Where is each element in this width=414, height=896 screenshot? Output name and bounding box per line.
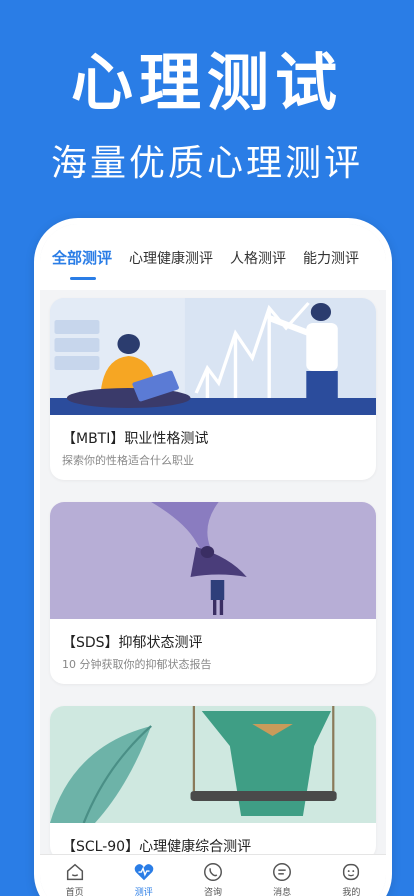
phone-icon	[203, 863, 222, 881]
mbti-illustration	[50, 298, 376, 415]
phone-frame: 全部测评 心理健康测评 人格测评 能力测评 【MBTI】职业性格测试 探索你的性…	[34, 218, 392, 896]
message-icon	[273, 863, 292, 881]
hero-title: 心理测试	[70, 46, 343, 119]
app-screen: 全部测评 心理健康测评 人格测评 能力测评 【MBTI】职业性格测试 探索你的性…	[40, 224, 386, 896]
hero-subtitle: 海量优质心理测评	[50, 143, 363, 184]
bottom-nav: 首页 测评 咨询 消息 我的	[40, 854, 386, 896]
nav-profile[interactable]: 我的	[321, 861, 381, 896]
tab-mental-health[interactable]: 心理健康测评	[129, 248, 213, 268]
nav-label: 咨询	[203, 888, 222, 896]
test-card-scl90[interactable]: 【SCL-90】心理健康综合测评	[50, 706, 376, 860]
scl90-illustration	[50, 706, 376, 823]
nav-label: 消息	[273, 888, 292, 896]
face-icon	[343, 863, 360, 881]
tab-personality[interactable]: 人格测评	[230, 248, 286, 268]
card-description: 10 分钟获取你的抑郁状态报告	[62, 658, 212, 671]
card-title: 【SDS】抑郁状态测评	[62, 635, 203, 651]
test-list: 【MBTI】职业性格测试 探索你的性格适合什么职业 【SDS】抑郁状态测评 10…	[40, 298, 386, 882]
tab-all[interactable]: 全部测评	[52, 247, 112, 280]
nav-home[interactable]: 首页	[45, 861, 105, 896]
nav-label: 首页	[65, 888, 84, 896]
category-tabs: 全部测评 心理健康测评 人格测评 能力测评	[40, 224, 386, 290]
test-card-mbti[interactable]: 【MBTI】职业性格测试 探索你的性格适合什么职业	[50, 298, 376, 480]
nav-messages[interactable]: 消息	[252, 861, 312, 896]
tab-ability[interactable]: 能力测评	[303, 248, 359, 268]
test-card-sds[interactable]: 【SDS】抑郁状态测评 10 分钟获取你的抑郁状态报告	[50, 502, 376, 684]
nav-label: 测评	[134, 888, 153, 896]
home-icon	[66, 863, 83, 881]
nav-tests[interactable]: 测评	[114, 861, 174, 896]
card-description: 探索你的性格适合什么职业	[62, 454, 194, 467]
heart-pulse-icon	[134, 864, 154, 881]
card-title: 【MBTI】职业性格测试	[62, 431, 209, 447]
nav-label: 我的	[342, 888, 361, 896]
nav-consult[interactable]: 咨询	[183, 861, 243, 896]
sds-illustration	[50, 502, 376, 619]
